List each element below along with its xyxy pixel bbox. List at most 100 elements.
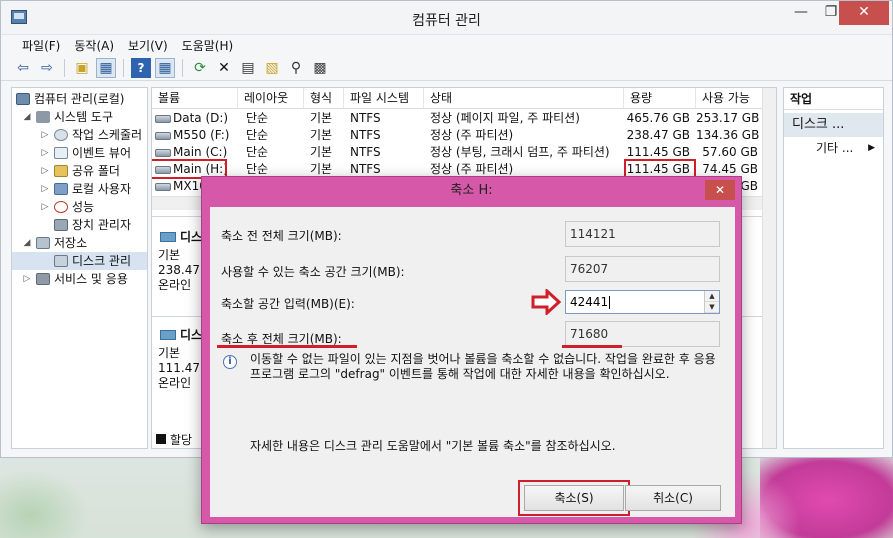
menu-action[interactable]: 동작(A): [67, 37, 121, 54]
minimize-button[interactable]: —: [786, 1, 816, 25]
table-row[interactable]: Data (D:) 단순 기본 NTFS 정상 (페이지 파일, 주 파티션) …: [152, 110, 764, 127]
cell-status: 정상 (페이지 파일, 주 파티션): [430, 111, 580, 125]
info-icon: i: [223, 355, 237, 369]
menu-view[interactable]: 보기(V): [121, 37, 175, 54]
disk-card-size: 238.47: [158, 263, 200, 277]
dialog-title: 축소 H:: [450, 183, 493, 198]
disk-card-state: 온라인: [158, 376, 192, 390]
underline-total-after-value: [562, 345, 622, 348]
open-folder-icon[interactable]: ▧: [262, 58, 282, 78]
back-icon[interactable]: ⇦: [13, 58, 33, 78]
quantity-stepper[interactable]: ▲ ▼: [704, 291, 719, 313]
column-header-type[interactable]: 형식: [304, 88, 344, 109]
tree-item-services[interactable]: ▷ 서비스 및 응용: [12, 270, 147, 288]
actions-section-disk[interactable]: 디스크 ...: [784, 113, 883, 137]
underline-total-after-label: [217, 345, 357, 348]
users-icon: [54, 183, 68, 195]
shrink-amount-input[interactable]: 42441 ▲ ▼: [565, 290, 720, 314]
spin-down-icon[interactable]: ▼: [705, 302, 719, 313]
toolbar: ⇦ ⇨ ▣ ▦ ? ▦ ⟳ ✕ ▤ ▧ ⚲ ▩: [1, 55, 892, 81]
highlight-shrink-button: [518, 480, 630, 516]
toolbar-separator: [182, 58, 183, 77]
total-before-value: 114121: [565, 221, 720, 247]
navigation-tree: 컴퓨터 관리(로컬) ◢ 시스템 도구 ▷ 작업 스케줄러 ▷ 이벤트 뷰어 ▷…: [11, 87, 148, 449]
tree-item-storage[interactable]: ◢ 저장소: [12, 234, 147, 252]
actions-item-more[interactable]: 기타 ... ▶: [784, 137, 883, 159]
info-message: 이동할 수 없는 파일이 있는 지점을 벗어나 볼륨을 축소할 수 없습니다. …: [250, 352, 716, 381]
services-icon: [36, 273, 50, 285]
tree-item-system-tools[interactable]: ◢ 시스템 도구: [12, 108, 147, 126]
disk-card-state: 온라인: [158, 278, 192, 292]
cell-status: 정상 (부팅, 크래시 덤프, 주 파티션): [430, 145, 610, 159]
tree-item-disk-management[interactable]: 디스크 관리: [12, 252, 147, 270]
show-hide-tree-icon[interactable]: ▦: [96, 57, 116, 78]
volume-icon: [155, 149, 171, 157]
cell-type: 기본: [310, 145, 333, 159]
menu-help[interactable]: 도움말(H): [175, 37, 241, 54]
search-icon[interactable]: ⚲: [286, 58, 306, 78]
table-row[interactable]: M550 (F:) 단순 기본 NTFS 정상 (주 파티션) 238.47 G…: [152, 127, 764, 144]
expand-arrow-icon[interactable]: ▷: [40, 126, 50, 144]
column-header-capacity[interactable]: 용량: [624, 88, 696, 109]
help-icon[interactable]: ?: [131, 57, 151, 78]
export-icon[interactable]: ▩: [310, 58, 330, 78]
console-icon[interactable]: ▦: [155, 57, 175, 78]
shrink-volume-dialog: 축소 H: ✕ 축소 전 전체 크기(MB): 114121 사용할 수 있는 …: [201, 176, 742, 524]
tree-item-device-manager[interactable]: 장치 관리자: [12, 216, 147, 234]
cancel-button[interactable]: 취소(C): [625, 485, 721, 511]
tree-item-label: 저장소: [54, 236, 88, 250]
help-message: 자세한 내용은 디스크 관리 도움말에서 "기본 볼륨 축소"를 참조하십시오.: [250, 439, 616, 453]
collapse-arrow-icon[interactable]: ◢: [22, 234, 32, 252]
column-header-filesystem[interactable]: 파일 시스템: [344, 88, 424, 109]
dialog-body: 축소 전 전체 크기(MB): 114121 사용할 수 있는 축소 공간 크기…: [210, 207, 735, 517]
tree-item-label: 공유 폴더: [72, 164, 120, 178]
window-title: 컴퓨터 관리: [412, 13, 481, 29]
collapse-arrow-icon[interactable]: ◢: [22, 108, 32, 126]
up-folder-icon[interactable]: ▣: [72, 58, 92, 78]
close-button[interactable]: ✕: [839, 1, 889, 25]
column-header-layout[interactable]: 레이아웃: [238, 88, 304, 109]
expand-arrow-icon[interactable]: ▷: [40, 162, 50, 180]
volume-table-header: 볼륨 레이아웃 형식 파일 시스템 상태 용량 사용 가능: [152, 88, 776, 109]
delete-icon[interactable]: ✕: [214, 58, 234, 78]
cell-volume: Data (D:): [173, 111, 229, 125]
tree-item-local-users[interactable]: ▷ 로컬 사용자: [12, 180, 147, 198]
expand-arrow-icon[interactable]: ▷: [40, 180, 50, 198]
unallocated-legend-swatch: [156, 434, 166, 444]
vertical-scrollbar[interactable]: [762, 88, 776, 448]
cell-capacity: 465.76 GB: [626, 111, 690, 125]
submenu-arrow-icon: ▶: [868, 143, 875, 153]
tree-item-computer-management[interactable]: 컴퓨터 관리(로컬): [12, 90, 147, 108]
storage-icon: [36, 237, 50, 249]
refresh-icon[interactable]: ⟳: [190, 58, 210, 78]
actions-item-label: 기타 ...: [816, 141, 854, 155]
expand-arrow-icon[interactable]: ▷: [22, 270, 32, 288]
actions-pane: 작업 디스크 ... 기타 ... ▶: [783, 87, 884, 449]
forward-icon[interactable]: ⇨: [37, 58, 57, 78]
tree-item-shared-folders[interactable]: ▷ 공유 폴더: [12, 162, 147, 180]
cell-layout: 단순: [246, 145, 269, 159]
total-before-label: 축소 전 전체 크기(MB):: [221, 229, 342, 243]
expand-arrow-icon[interactable]: ▷: [40, 144, 50, 162]
cell-free-space: 134.36 GB: [696, 128, 760, 142]
column-header-status[interactable]: 상태: [424, 88, 624, 109]
cell-filesystem: NTFS: [350, 111, 381, 125]
available-space-value: 76207: [565, 256, 720, 282]
tree-item-performance[interactable]: ▷ 성능: [12, 198, 147, 216]
tree-item-label: 서비스 및 응용: [54, 272, 128, 286]
tree-item-label: 작업 스케줄러: [72, 128, 143, 142]
dialog-close-button[interactable]: ✕: [705, 180, 735, 200]
properties-icon[interactable]: ▤: [238, 58, 258, 78]
tree-item-event-viewer[interactable]: ▷ 이벤트 뷰어: [12, 144, 147, 162]
device-manager-icon: [54, 219, 68, 231]
volume-icon: [155, 132, 171, 140]
column-header-volume[interactable]: 볼륨: [152, 88, 238, 109]
spin-up-icon[interactable]: ▲: [705, 291, 719, 302]
expand-arrow-icon[interactable]: ▷: [40, 198, 50, 216]
cell-filesystem: NTFS: [350, 145, 381, 159]
menu-file[interactable]: 파일(F): [15, 37, 67, 54]
shrink-amount-label: 축소할 공간 입력(MB)(E):: [221, 297, 355, 311]
cell-volume: M550 (F:): [173, 128, 230, 142]
tree-item-task-scheduler[interactable]: ▷ 작업 스케줄러: [12, 126, 147, 144]
title-bar[interactable]: 컴퓨터 관리 — ❐ ✕: [1, 1, 892, 35]
